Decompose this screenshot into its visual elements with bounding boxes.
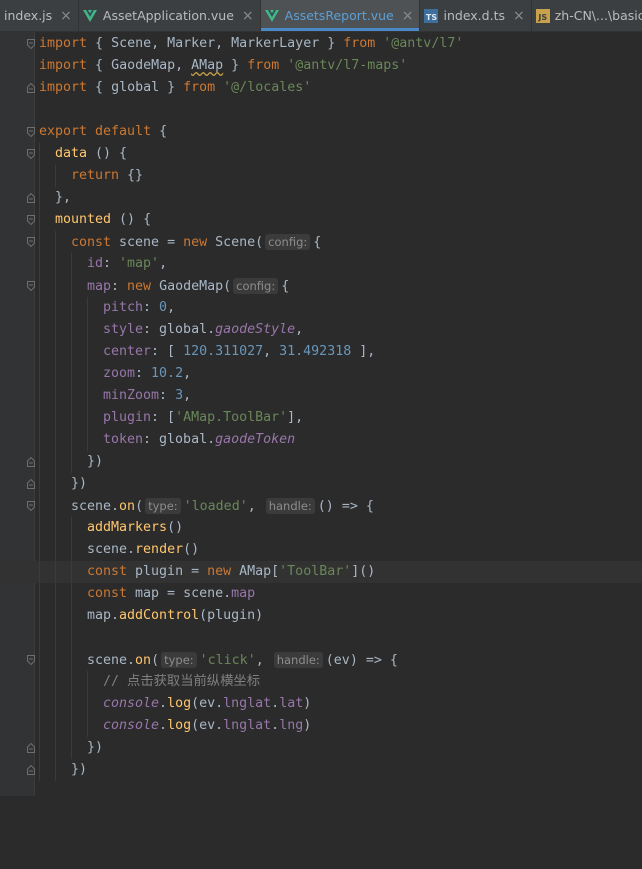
code-line: scene.render() xyxy=(0,539,642,561)
close-icon[interactable]: × xyxy=(242,8,254,24)
close-icon[interactable]: × xyxy=(402,8,414,24)
code-line xyxy=(0,627,642,649)
code-line: map: new GaodeMap(config:{ xyxy=(0,275,642,297)
code-line: export default { xyxy=(0,121,642,143)
fold-icon[interactable] xyxy=(27,149,35,159)
code-line: minZoom: 3, xyxy=(0,385,642,407)
code-line: style: global.gaodeStyle, xyxy=(0,319,642,341)
tab-label: AssetApplication.vue xyxy=(102,8,234,23)
tab-label: zh-CN\...\basicTable. xyxy=(554,8,642,23)
fold-icon[interactable] xyxy=(27,457,35,467)
code-line: plugin: ['AMap.ToolBar'], xyxy=(0,407,642,429)
param-hint: type: xyxy=(161,652,197,668)
code-line: center: [ 120.311027, 31.492318 ], xyxy=(0,341,642,363)
code-line: // 点击获取当前纵横坐标 xyxy=(0,671,642,693)
tab-label: AssetsReport.vue xyxy=(284,8,394,23)
tab-zh-cn-basic-table[interactable]: JS zh-CN\...\basicTable. xyxy=(532,0,642,31)
code-line: }) xyxy=(0,473,642,495)
code-line: }) xyxy=(0,737,642,759)
code-line: console.log(ev.lnglat.lat) xyxy=(0,693,642,715)
tab-index-d-ts[interactable]: TS index.d.ts × xyxy=(420,0,532,31)
ts-file-icon: TS xyxy=(424,8,439,23)
param-hint: type: xyxy=(145,498,181,514)
fold-icon[interactable] xyxy=(27,215,35,225)
fold-icon[interactable] xyxy=(27,39,35,49)
tab-index-js[interactable]: index.js × xyxy=(0,0,79,31)
fold-icon[interactable] xyxy=(27,281,35,291)
code-line: scene.on(type:'loaded', handle:() => { xyxy=(0,495,642,517)
fold-icon[interactable] xyxy=(27,743,35,753)
close-icon[interactable]: × xyxy=(60,8,72,24)
code-line: import { global } from '@/locales' xyxy=(0,77,642,99)
tab-assets-report-vue[interactable]: AssetsReport.vue × xyxy=(260,0,421,31)
fold-icon[interactable] xyxy=(27,655,35,665)
fold-icon[interactable] xyxy=(27,765,35,775)
code-line: addMarkers() xyxy=(0,517,642,539)
code-line: scene.on(type:'click', handle: (ev) => { xyxy=(0,649,642,671)
fold-icon[interactable] xyxy=(27,83,35,93)
param-hint: handle: xyxy=(273,652,323,668)
code-line: console.log(ev.lnglat.lng) xyxy=(0,715,642,737)
tab-label: index.d.ts xyxy=(443,8,505,23)
code-line: }) xyxy=(0,451,642,473)
vue-file-icon xyxy=(264,9,279,22)
param-hint: config: xyxy=(265,234,311,250)
code-editor[interactable]: import { Scene, Marker, MarkerLayer } fr… xyxy=(0,33,642,781)
code-line: token: global.gaodeToken xyxy=(0,429,642,451)
param-hint: handle: xyxy=(265,498,315,514)
fold-icon[interactable] xyxy=(27,193,35,203)
code-line: zoom: 10.2, xyxy=(0,363,642,385)
code-line: mounted () { xyxy=(0,209,642,231)
code-line: return {} xyxy=(0,165,642,187)
code-line-current: const plugin = new AMap['ToolBar']() xyxy=(0,561,642,583)
code-line: }) xyxy=(0,759,642,781)
close-icon[interactable]: × xyxy=(513,8,525,24)
code-line: id: 'map', xyxy=(0,253,642,275)
code-line: }, xyxy=(0,187,642,209)
editor-tab-bar: index.js × AssetApplication.vue × Assets… xyxy=(0,0,642,32)
fold-icon[interactable] xyxy=(27,479,35,489)
tab-label: index.js xyxy=(4,8,53,23)
fold-icon[interactable] xyxy=(27,237,35,247)
vue-file-icon xyxy=(82,9,97,22)
code-line: map.addControl(plugin) xyxy=(0,605,642,627)
code-line: const scene = new Scene(config:{ xyxy=(0,231,642,253)
code-line: import { Scene, Marker, MarkerLayer } fr… xyxy=(0,33,642,55)
code-line: import { GaodeMap, AMap } from '@antv/l7… xyxy=(39,58,408,73)
code-line: const map = scene.map xyxy=(0,583,642,605)
code-line: data () { xyxy=(0,143,642,165)
js-file-icon: JS xyxy=(535,8,550,23)
code-line: pitch: 0, xyxy=(0,297,642,319)
tab-asset-application-vue[interactable]: AssetApplication.vue × xyxy=(79,0,261,31)
fold-icon[interactable] xyxy=(27,127,35,137)
param-hint: config: xyxy=(233,278,279,294)
fold-icon[interactable] xyxy=(27,501,35,511)
